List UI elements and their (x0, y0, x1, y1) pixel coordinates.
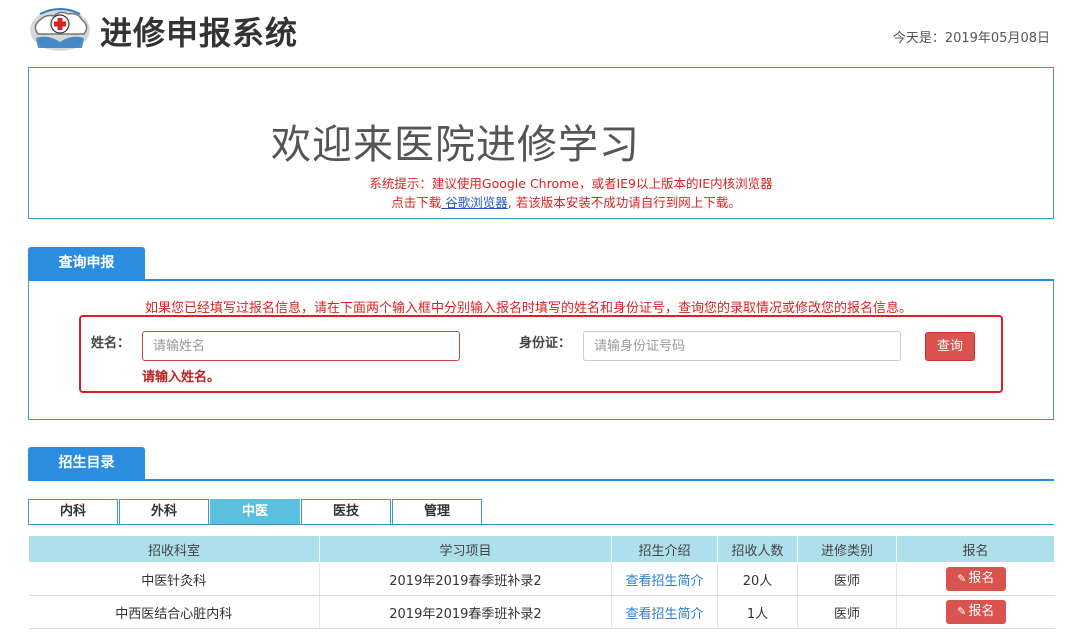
pencil-icon: ✎ (957, 605, 967, 618)
apply-button[interactable]: ✎ 报名 (945, 567, 1006, 591)
tab-catalog[interactable]: 招生目录 (28, 447, 145, 480)
table-row: 中医针灸科 2019年2019春季班补录2 查看招生简介 20人 医师 ✎ 报名 (28, 562, 1055, 596)
cell-project: 2019年2019春季班补录2 (319, 562, 612, 596)
name-label: 姓名： (91, 336, 131, 351)
col-category: 进修类别 (797, 535, 897, 563)
col-intro: 招生介绍 (611, 535, 718, 563)
col-project: 学习项目 (319, 535, 612, 563)
cell-category: 医师 (797, 595, 897, 629)
id-input[interactable]: 请输身份证号码 (583, 331, 901, 361)
query-notice: 如果您已经填写过报名信息，请在下面两个输入框中分别输入报名时填写的姓名和身份证号… (145, 301, 913, 316)
table-row: 中西医结合心脏内科 2019年2019春季班补录2 查看招生简介 1人 医师 ✎… (28, 595, 1055, 629)
cell-apply: ✎ 报名 (896, 562, 1055, 596)
name-error-message: 请输入姓名。 (142, 370, 221, 385)
tab-waike[interactable]: 外科 (119, 499, 209, 525)
cell-dept: 中西医结合心脏内科 (28, 595, 320, 629)
intro-link[interactable]: 查看招生简介 (625, 574, 703, 589)
cell-dept: 中医针灸科 (28, 562, 320, 596)
welcome-title: 欢迎来医院进修学习 (271, 122, 640, 168)
col-apply: 报名 (896, 535, 1055, 563)
name-input[interactable]: 请输姓名 (142, 331, 460, 361)
pencil-icon: ✎ (957, 572, 967, 585)
tab-neike[interactable]: 内科 (28, 499, 118, 525)
apply-label: 报名 (968, 604, 995, 619)
table-header-row: 招收科室 学习项目 招生介绍 招收人数 进修类别 报名 (28, 535, 1055, 563)
cell-project: 2019年2019春季班补录2 (319, 595, 612, 629)
cell-intro: 查看招生简介 (611, 562, 718, 596)
query-panel: 如果您已经填写过报名信息，请在下面两个输入框中分别输入报名时填写的姓名和身份证号… (28, 281, 1054, 420)
download-hint-prefix: 点击下载 (391, 195, 442, 210)
date-display: 今天是：2019年05月08日 (892, 31, 1050, 46)
hospital-logo-icon (30, 8, 90, 51)
cell-category: 医师 (797, 562, 897, 596)
browser-hint: 系统提示：建议使用Google Chrome，或者IE9以上版本的IE内核浏览器 (369, 176, 773, 191)
catalog-tab-line (28, 479, 1054, 481)
col-count: 招收人数 (717, 535, 798, 563)
apply-button[interactable]: ✎ 报名 (945, 600, 1006, 624)
cell-count: 1人 (717, 595, 798, 629)
download-hint-suffix: , 若该版本安装不成功请自行到网上下载。 (507, 195, 741, 210)
col-dept: 招收科室 (28, 535, 320, 563)
tab-yiji[interactable]: 医技 (301, 499, 391, 525)
dept-tab-underline (28, 524, 1054, 525)
intro-link[interactable]: 查看招生简介 (625, 607, 703, 622)
enrollment-table: 招收科室 学习项目 招生介绍 招收人数 进修类别 报名 中医针灸科 2019年2… (28, 535, 1055, 629)
tab-query[interactable]: 查询申报 (28, 247, 145, 280)
apply-label: 报名 (968, 571, 995, 586)
chrome-download-link[interactable]: 谷歌浏览器 (441, 195, 508, 210)
download-hint: 点击下载 谷歌浏览器, 若该版本安装不成功请自行到网上下载。 (29, 192, 1053, 211)
welcome-panel: 欢迎来医院进修学习 系统提示：建议使用Google Chrome，或者IE9以上… (28, 67, 1054, 219)
tab-zhongyi[interactable]: 中医 (210, 499, 300, 525)
cell-apply: ✎ 报名 (896, 595, 1055, 629)
query-button[interactable]: 查询 (925, 332, 975, 361)
app-title: 进修申报系统 (100, 14, 299, 52)
header: 进修申报系统 今天是：2019年05月08日 (0, 0, 1068, 60)
cell-intro: 查看招生简介 (611, 595, 718, 629)
cell-count: 20人 (717, 562, 798, 596)
id-label: 身份证： (519, 336, 572, 351)
tab-guanli[interactable]: 管理 (392, 499, 482, 525)
